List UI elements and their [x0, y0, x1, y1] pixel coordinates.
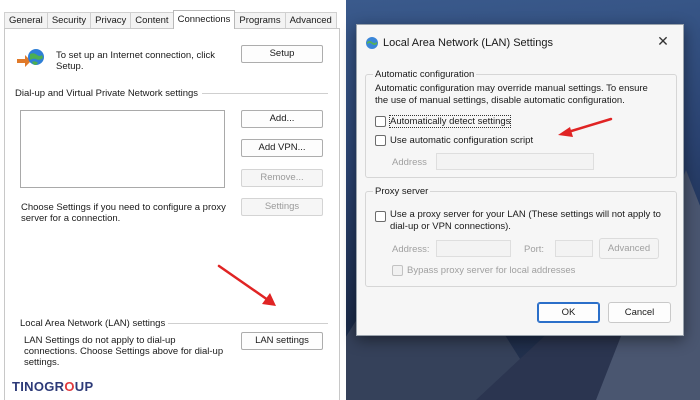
tinogroup-logo: TINOGROUP	[12, 379, 93, 394]
proxy-port-label: Port:	[524, 244, 545, 255]
logo-text: UP	[74, 379, 94, 394]
cancel-button[interactable]: Cancel	[608, 302, 671, 323]
advanced-button[interactable]: Advanced	[599, 238, 659, 259]
remove-button[interactable]: Remove...	[241, 169, 323, 187]
proxy-server-group-label: Proxy server	[373, 186, 431, 197]
tab-security[interactable]: Security	[46, 12, 92, 29]
tab-bar: General Security Privacy Content Connect…	[4, 10, 337, 29]
dialup-group-label: Dial-up and Virtual Private Network sett…	[15, 88, 199, 99]
lan-description: LAN Settings do not apply to dial-up con…	[24, 335, 223, 368]
auto-config-description-line: Automatic configuration may override man…	[375, 83, 648, 94]
add-button[interactable]: Add...	[241, 110, 323, 128]
auto-config-group-label: Automatic configuration	[373, 69, 477, 80]
lan-group-label: Local Area Network (LAN) settings	[20, 318, 166, 329]
use-config-script-label[interactable]: Use automatic configuration script	[390, 135, 533, 146]
tab-general[interactable]: General	[4, 12, 48, 29]
use-config-script-checkbox[interactable]	[375, 135, 386, 146]
lan-description-line: LAN Settings do not apply to dial-up	[24, 335, 176, 346]
tab-content[interactable]: Content	[130, 12, 174, 29]
tab-advanced[interactable]: Advanced	[284, 12, 337, 29]
bypass-local-checkbox[interactable]	[392, 265, 403, 276]
lan-description-line: connections. Choose Settings above for d…	[24, 346, 224, 357]
lan-settings-dialog: Local Area Network (LAN) Settings ✕ Auto…	[356, 24, 684, 336]
internet-properties-window: General Security Privacy Content Connect…	[0, 0, 346, 400]
proxy-address-input[interactable]	[436, 240, 511, 257]
lan-settings-button[interactable]: LAN settings	[241, 332, 323, 350]
tab-privacy[interactable]: Privacy	[90, 12, 132, 29]
network-globe-icon	[366, 37, 378, 49]
logo-accent: O	[64, 379, 75, 394]
connections-listbox[interactable]	[20, 110, 225, 188]
use-proxy-label-line: Use a proxy server for your LAN (These s…	[390, 209, 661, 220]
auto-detect-label[interactable]: Automatically detect settings	[388, 115, 512, 128]
auto-config-description-line: the use of manual settings, disable auto…	[375, 95, 625, 106]
tab-connections[interactable]: Connections	[172, 10, 236, 29]
proxy-port-input[interactable]	[555, 240, 593, 257]
setup-description-line: Setup.	[56, 61, 84, 72]
group-divider	[168, 323, 328, 324]
setup-description: To set up an Internet connection, click …	[56, 50, 215, 72]
add-vpn-button[interactable]: Add VPN...	[241, 139, 323, 157]
group-divider	[202, 93, 328, 94]
ok-button[interactable]: OK	[537, 302, 600, 323]
auto-config-description: Automatic configuration may override man…	[375, 83, 648, 107]
lan-description-line: settings.	[24, 357, 60, 368]
choose-settings-text: Choose Settings if you need to configure…	[21, 202, 226, 224]
dialog-title: Local Area Network (LAN) Settings	[383, 37, 553, 49]
connection-globe-icon	[17, 49, 44, 67]
auto-detect-checkbox[interactable]	[375, 116, 386, 127]
setup-button[interactable]: Setup	[241, 45, 323, 63]
bypass-local-label[interactable]: Bypass proxy server for local addresses	[407, 265, 575, 276]
settings-button[interactable]: Settings	[241, 198, 323, 216]
tab-programs[interactable]: Programs	[234, 12, 286, 29]
setup-description-line: To set up an Internet connection, click	[56, 50, 215, 61]
choose-settings-line: server for a connection.	[21, 213, 121, 224]
use-proxy-checkbox[interactable]	[375, 211, 386, 222]
use-proxy-label[interactable]: Use a proxy server for your LAN (These s…	[390, 209, 661, 233]
use-proxy-label-line: dial-up or VPN connections).	[390, 221, 511, 232]
proxy-address-label: Address:	[392, 244, 430, 255]
logo-text: TINOGR	[12, 379, 65, 394]
close-icon[interactable]: ✕	[655, 33, 671, 50]
script-address-input[interactable]	[436, 153, 594, 170]
choose-settings-line: Choose Settings if you need to configure…	[21, 202, 226, 213]
script-address-label: Address	[392, 157, 427, 168]
